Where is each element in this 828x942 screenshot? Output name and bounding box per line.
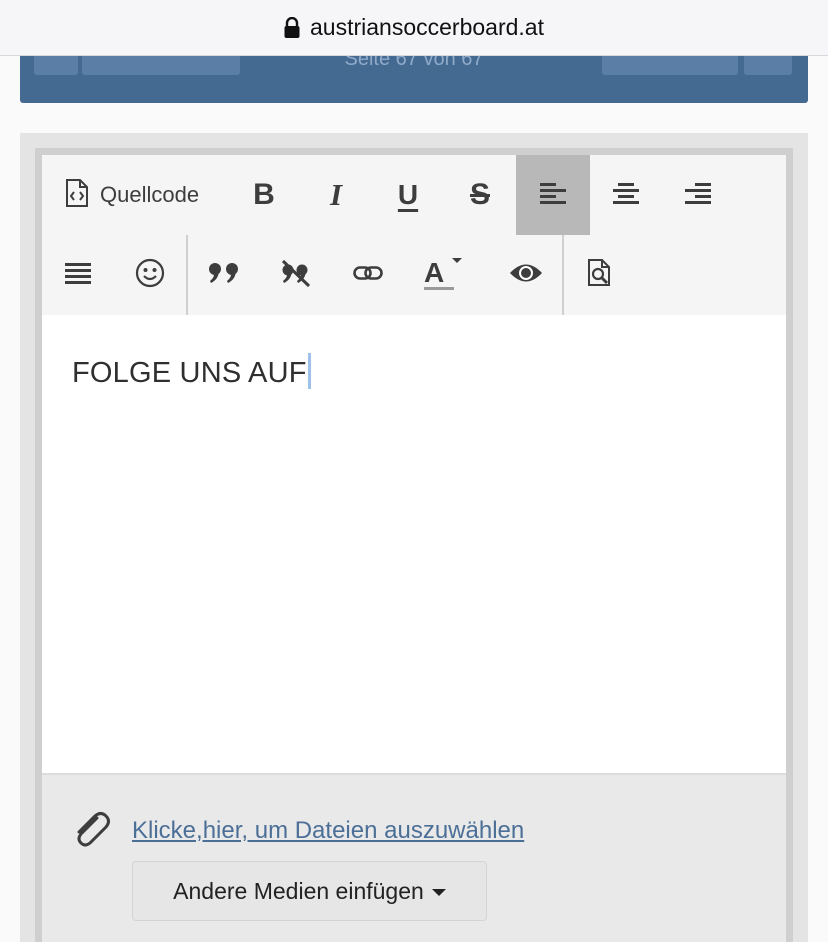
italic-button[interactable]: I [300,155,372,235]
align-right-button[interactable] [662,155,734,235]
align-center-button[interactable] [590,155,662,235]
pagination-next-button[interactable] [602,56,738,75]
source-code-button[interactable]: Quellcode [56,155,216,235]
link-button[interactable] [332,235,404,315]
text-color-icon: A [418,250,462,301]
preview-document-button[interactable] [564,235,636,315]
quote-button[interactable] [188,235,260,315]
remove-format-icon [279,258,313,293]
editor-text: FOLGE UNS AUF [72,353,311,390]
strikethrough-button[interactable]: S [444,155,516,235]
align-right-icon [685,182,711,209]
source-code-label: Quellcode [100,182,200,207]
eye-icon [509,262,543,289]
forum-header-band: Seite 67 von 67 [20,54,808,103]
caret-down-icon [431,888,446,896]
browser-url-bar[interactable]: austriansoccerboard.at [0,0,828,56]
paperclip-icon [70,809,112,856]
lock-icon [284,16,300,39]
quote-icon [208,262,240,289]
justify-button[interactable] [42,235,114,315]
insert-other-media-button[interactable]: Andere Medien einfügen [132,861,487,921]
emoji-button[interactable] [114,235,186,315]
select-files-link[interactable]: Klicke,hier, um Dateien auszuwählen [132,817,524,845]
justify-icon [65,262,91,289]
align-center-icon [613,182,639,209]
attachments-area: Klicke,hier, um Dateien auszuwählen Ande… [42,773,786,942]
editor-content-area[interactable]: FOLGE UNS AUF [42,315,786,773]
pagination-last-button[interactable] [744,56,792,75]
align-left-button[interactable] [516,155,590,235]
bold-icon: B [253,178,275,211]
align-left-icon [540,182,566,209]
strikethrough-icon: S [469,178,490,211]
italic-icon: I [329,177,343,212]
link-icon [353,265,383,286]
bold-button[interactable]: B [228,155,300,235]
svg-text:A: A [424,257,444,288]
editor-text-content: FOLGE UNS AUF [72,357,307,389]
smiley-icon [135,258,165,293]
url-text: austriansoccerboard.at [310,14,544,40]
underline-button[interactable]: U [372,155,444,235]
preview-button[interactable] [490,235,562,315]
text-cursor [307,353,311,389]
text-color-button[interactable]: A [404,235,476,315]
underline-icon: U [397,179,419,210]
document-search-icon [587,258,613,293]
remove-format-button[interactable] [260,235,332,315]
page-root: Seite 67 von 67 austriansoccerboard.at Q… [0,0,828,942]
insert-other-media-label: Andere Medien einfügen [173,877,424,904]
source-code-icon [64,178,90,213]
